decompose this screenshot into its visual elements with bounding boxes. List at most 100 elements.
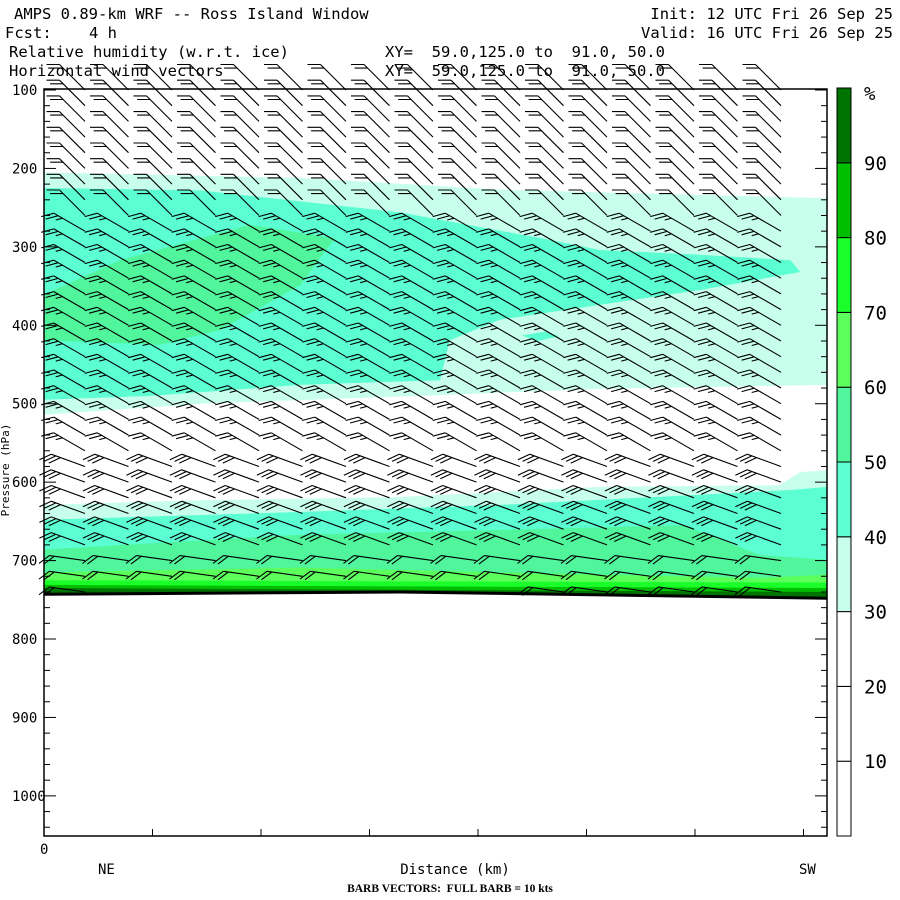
wind-barb (737, 416, 782, 436)
colorbar-swatch-50 (836, 386, 852, 463)
wind-barb (387, 453, 434, 468)
wind-barb (691, 453, 738, 468)
y-tick-label: 500 (12, 397, 37, 413)
wind-barb (563, 416, 608, 436)
x-axis-title: Distance (km) (400, 862, 510, 878)
wind-barb (213, 469, 260, 483)
colorbar-swatch-10 (836, 685, 852, 762)
wind-barb (476, 432, 521, 452)
wind-barb (693, 400, 738, 420)
colorbar: 10 20 30 40 50 60 70 80 90% (836, 83, 887, 837)
wind-barb (389, 432, 434, 452)
colorbar-label: 10 (864, 751, 887, 773)
wind-barb (432, 400, 477, 420)
wind-barb (128, 416, 173, 436)
wind-barb (258, 432, 303, 452)
wind-barb (171, 432, 216, 452)
wind-barb (563, 400, 608, 420)
wind-barb (519, 416, 564, 436)
wind-barb (169, 469, 216, 483)
wind-barb (735, 469, 782, 483)
y-tick-label: 400 (12, 318, 37, 334)
wind-barb (476, 400, 521, 420)
y-tick-label: 300 (12, 240, 37, 256)
wind-barb (169, 484, 216, 499)
wind-barb (343, 484, 390, 499)
wind-barb (432, 416, 477, 436)
wind-barb (387, 469, 434, 483)
wind-barb (215, 432, 260, 452)
wind-barb (171, 416, 216, 436)
wind-barb (343, 469, 390, 483)
barb-legend-note: BARB VECTORS: FULL BARB = 10 kts (347, 883, 553, 895)
valid-time: Valid: 16 UTC Fri 26 Sep 25 (641, 24, 893, 42)
colorbar-label: 20 (864, 676, 887, 698)
colorbar-swatch-30 (836, 536, 852, 613)
colorbar-label: 70 (864, 302, 887, 324)
wind-barb (650, 432, 695, 452)
colorbar-unit: % (864, 83, 876, 105)
wind-barb (345, 432, 390, 452)
y-tick-label: 800 (12, 632, 37, 648)
wind-barb (735, 453, 782, 468)
wind-barb (604, 469, 651, 483)
wind-barb (39, 484, 86, 499)
wind-barb (82, 453, 129, 468)
wind-barb (693, 416, 738, 436)
wind-barb (561, 453, 608, 468)
x-right-label: SW (799, 862, 816, 878)
wind-barb (430, 469, 477, 483)
colorbar-swatch-0 (836, 760, 852, 837)
wind-barb (215, 400, 260, 420)
wind-barb (213, 453, 260, 468)
wind-barb (256, 484, 303, 499)
y-tick-label: 100 (12, 83, 37, 99)
wind-barb (258, 400, 303, 420)
wind-barb (691, 469, 738, 483)
cross-section-figure: 100 200 300 400 500 600 700 800 900 1000 10 20 30 40… (0, 0, 900, 900)
wind-barb (561, 469, 608, 483)
colorbar-label: 90 (864, 153, 887, 175)
wind-barb (517, 453, 564, 468)
wind-barb (213, 484, 260, 499)
wind-barb (606, 416, 651, 436)
wind-barb (169, 453, 216, 468)
wind-barb (345, 400, 390, 420)
wind-barb (432, 432, 477, 452)
wind-barb (84, 432, 129, 452)
x-left-label: NE (98, 862, 115, 878)
y-tick-label: 1000 (12, 789, 46, 805)
wind-barb (82, 469, 129, 483)
colorbar-label: 50 (864, 452, 887, 474)
wind-barb (128, 432, 173, 452)
wind-barb (345, 416, 390, 436)
colorbar-swatch-80 (836, 162, 852, 239)
wind-barb (39, 469, 86, 483)
forecast-hour: Fcst: 4 h (5, 24, 117, 42)
wind-barb (302, 416, 347, 436)
wind-barb (343, 453, 390, 468)
field1-name: Relative humidity (w.r.t. ice) (9, 43, 289, 61)
init-time: Init: 12 UTC Fri 26 Sep 25 (650, 5, 893, 23)
wind-barb (606, 400, 651, 420)
wind-barb (300, 469, 347, 483)
wind-barb (519, 432, 564, 452)
wind-barb (474, 469, 521, 483)
wind-barb (693, 385, 738, 405)
wind-barb (648, 453, 695, 468)
wind-barb (256, 453, 303, 468)
wind-barb (302, 400, 347, 420)
wind-barb (256, 469, 303, 483)
below-ground-area (44, 591, 828, 836)
wind-barb (650, 416, 695, 436)
wind-barb (84, 416, 129, 436)
wind-barb (693, 432, 738, 452)
field2-xy: XY= 59.0,125.0 to 91.0, 50.0 (385, 62, 665, 80)
wind-barb (389, 400, 434, 420)
y-tick-label: 900 (12, 710, 37, 726)
wind-barb (39, 453, 86, 468)
field1-xy: XY= 59.0,125.0 to 91.0, 50.0 (385, 43, 665, 61)
wind-barb (737, 385, 782, 405)
colorbar-swatch-40 (836, 461, 852, 538)
colorbar-swatch-70 (836, 237, 852, 313)
